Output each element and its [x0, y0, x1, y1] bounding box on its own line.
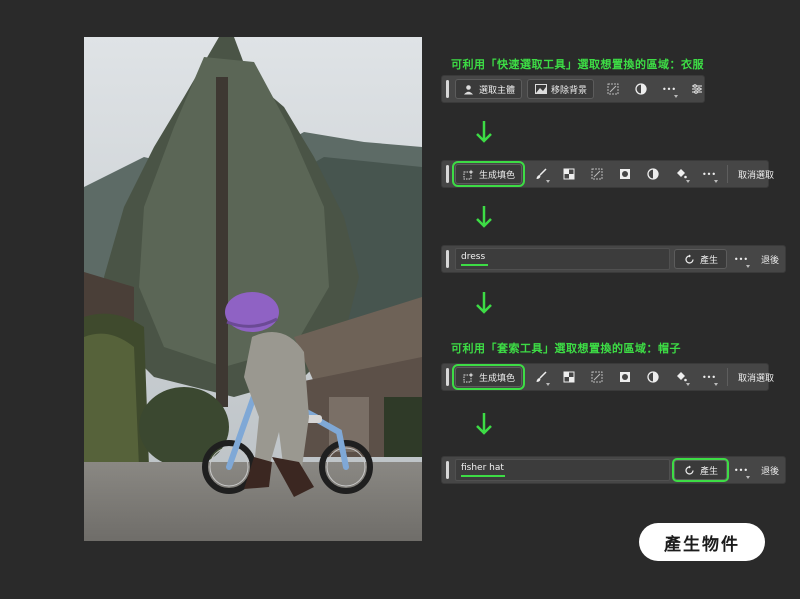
down-arrow-icon [476, 206, 492, 228]
mask-icon [619, 168, 632, 181]
select-subject-label: 選取主體 [479, 85, 516, 96]
contextual-taskbar-generative: 生成填色 ••• 取消選取 [441, 160, 774, 188]
generative-fill-icon [462, 168, 475, 181]
more-button[interactable]: ••• [695, 164, 723, 184]
highlight-underline [461, 264, 488, 266]
half-circle-icon [647, 168, 660, 181]
paint-bucket-icon [675, 168, 688, 181]
brush-button[interactable] [527, 367, 555, 387]
deselect-button[interactable]: 取消選取 [732, 371, 780, 384]
down-arrow-icon [476, 292, 492, 314]
generative-fill-label: 生成填色 [479, 170, 516, 181]
transform-button[interactable] [583, 367, 611, 387]
generate-button[interactable]: 產生 [671, 458, 729, 482]
dropdown-triangle-icon [745, 265, 750, 268]
adjustment-button[interactable] [627, 79, 655, 99]
dropdown-triangle-icon [745, 476, 750, 479]
back-button[interactable]: 退後 [755, 464, 785, 477]
dropdown-triangle-icon [674, 95, 679, 98]
dropdown-triangle-icon [546, 383, 551, 386]
more-button[interactable]: ••• [727, 249, 755, 269]
transform-button[interactable] [583, 164, 611, 184]
generative-fill-icon [462, 371, 475, 384]
back-button[interactable]: 退後 [755, 253, 785, 266]
drag-handle[interactable] [446, 461, 449, 479]
dropdown-triangle-icon [714, 180, 719, 183]
image-icon [534, 83, 547, 96]
transform-icon [591, 168, 604, 181]
dropdown-triangle-icon [686, 180, 691, 183]
person-icon [462, 83, 475, 96]
drag-handle[interactable] [446, 80, 449, 98]
dropdown-triangle-icon [714, 383, 719, 386]
mask-button[interactable] [611, 164, 639, 184]
more-icon: ••• [733, 465, 749, 475]
drag-handle[interactable] [446, 368, 449, 386]
caption-quick-selection: 可利用「快速選取工具」選取想置換的區域：衣服 [451, 58, 704, 71]
transform-icon [607, 83, 620, 96]
remove-background-label: 移除背景 [551, 85, 588, 96]
prompt-text: fisher hat [461, 463, 504, 473]
settings-button[interactable] [683, 79, 711, 99]
more-icon: ••• [701, 169, 717, 179]
transform-icon [591, 371, 604, 384]
modify-selection-button[interactable] [555, 164, 583, 184]
generate-label: 產生 [699, 466, 718, 477]
half-circle-icon [635, 83, 648, 96]
select-subject-button[interactable]: 選取主體 [455, 79, 523, 99]
mask-icon [619, 371, 632, 384]
adjustment-button[interactable] [639, 367, 667, 387]
prompt-input[interactable]: dress [455, 248, 670, 270]
paint-bucket-icon [675, 371, 688, 384]
generate-object-badge: 產生物件 [639, 523, 765, 561]
deselect-button[interactable]: 取消選取 [732, 168, 780, 181]
more-icon: ••• [661, 84, 677, 94]
more-icon: ••• [733, 254, 749, 264]
generate-icon [683, 253, 696, 266]
adjustment-button[interactable] [639, 164, 667, 184]
contextual-taskbar-selection: 選取主體 移除背景 ••• [441, 75, 705, 103]
sliders-icon [691, 83, 704, 96]
drag-handle[interactable] [446, 165, 449, 183]
fill-button[interactable] [667, 367, 695, 387]
brush-button[interactable] [527, 164, 555, 184]
more-icon: ••• [701, 372, 717, 382]
prompt-text: dress [461, 252, 486, 262]
drag-handle[interactable] [446, 250, 449, 268]
brush-icon [535, 371, 548, 384]
dropdown-triangle-icon [546, 180, 551, 183]
photo-canvas [84, 37, 422, 541]
more-button[interactable]: ••• [695, 367, 723, 387]
highlight-underline [461, 475, 505, 477]
generative-fill-button[interactable]: 生成填色 [451, 364, 526, 390]
half-circle-icon [647, 371, 660, 384]
more-button[interactable]: ••• [727, 460, 755, 480]
checker-icon [563, 168, 576, 181]
generate-button[interactable]: 產生 [673, 249, 727, 269]
dropdown-triangle-icon [686, 383, 691, 386]
down-arrow-icon [476, 121, 492, 143]
generate-label: 產生 [699, 255, 718, 266]
mask-button[interactable] [611, 367, 639, 387]
divider [727, 368, 729, 386]
prompt-input[interactable]: fisher hat [455, 459, 670, 481]
transform-button[interactable] [599, 79, 627, 99]
remove-background-button[interactable]: 移除背景 [527, 79, 595, 99]
generate-icon [683, 464, 696, 477]
caption-lasso: 可利用「套索工具」選取想置換的區域：帽子 [451, 342, 681, 355]
more-button[interactable]: ••• [655, 79, 683, 99]
down-arrow-icon [476, 413, 492, 435]
generative-prompt-bar: fisher hat 產生 ••• 退後 [441, 456, 786, 484]
divider [727, 165, 729, 183]
modify-selection-button[interactable] [555, 367, 583, 387]
brush-icon [535, 168, 548, 181]
generative-prompt-bar: dress 產生 ••• 退後 [441, 245, 786, 273]
generative-fill-button[interactable]: 生成填色 [451, 161, 526, 187]
generative-fill-label: 生成填色 [479, 373, 516, 384]
contextual-taskbar-generative: 生成填色 ••• 取消選取 [441, 363, 774, 391]
checker-icon [563, 371, 576, 384]
fill-button[interactable] [667, 164, 695, 184]
